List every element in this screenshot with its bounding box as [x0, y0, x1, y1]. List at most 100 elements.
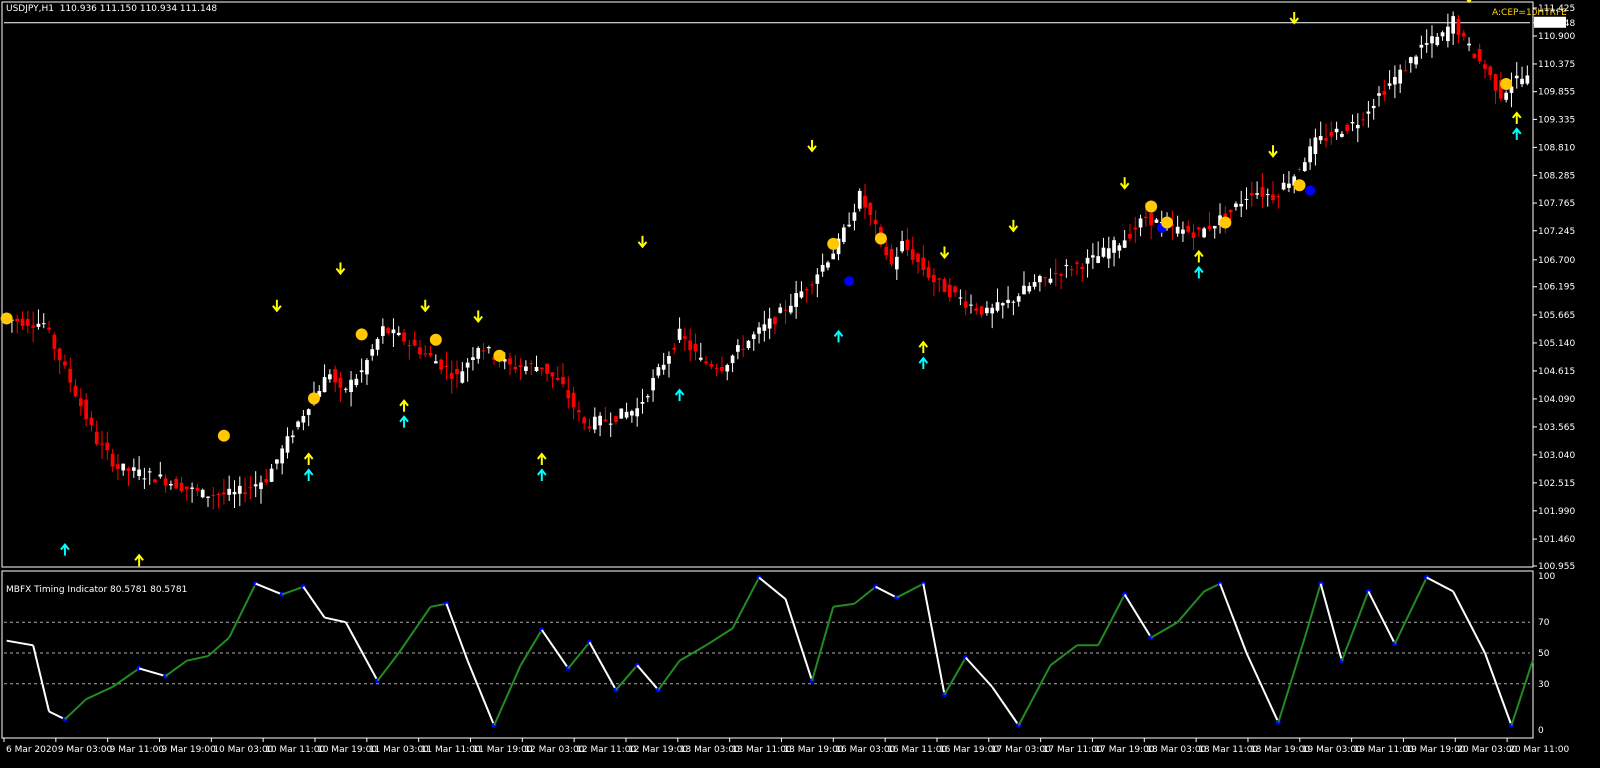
candle-body	[1419, 44, 1424, 48]
candle-body	[1016, 296, 1021, 302]
oscillator-segment	[811, 606, 835, 681]
time-tick-label: 9 Mar 03:00	[58, 745, 113, 755]
candle-body	[894, 256, 899, 270]
oscillator-segment	[186, 655, 209, 662]
candle-body	[1032, 281, 1037, 287]
candle-body	[1324, 138, 1328, 141]
candle-body	[1488, 66, 1493, 75]
price-tick-label: 101.460	[1538, 535, 1575, 545]
signal-dot-yellow	[1293, 179, 1306, 192]
candle-body	[926, 267, 931, 278]
candle-body	[582, 417, 587, 424]
candle-body	[783, 309, 788, 311]
candle-body	[84, 399, 88, 420]
buy-arrow-cyan-icon	[833, 329, 844, 343]
candle-body	[1514, 75, 1519, 79]
oscillator-segment	[138, 667, 166, 678]
candle-body	[1091, 255, 1095, 258]
candle-body	[1371, 105, 1376, 109]
price-tick-label: 105.665	[1538, 311, 1575, 321]
arrow-head	[1466, 0, 1472, 4]
buy-arrow-icon	[537, 452, 547, 466]
candle-body	[624, 411, 629, 418]
candle-body	[280, 448, 285, 464]
candle-body	[301, 415, 306, 423]
candle-body	[1138, 218, 1143, 228]
candle-body	[916, 253, 920, 263]
time-tick-label: 20 Mar 11:00	[1509, 745, 1569, 755]
candle-body	[873, 219, 878, 225]
time-tick-label: 9 Mar 11:00	[110, 745, 165, 755]
candle-body	[370, 349, 375, 356]
candle-body	[15, 318, 20, 322]
candle-body	[661, 364, 666, 370]
sell-arrow-icon	[1289, 11, 1299, 25]
candle-body	[1340, 133, 1344, 137]
candle-body	[1069, 269, 1074, 271]
price-tick-label: 104.090	[1538, 395, 1575, 405]
candle-body	[47, 327, 51, 330]
candle-body	[619, 408, 624, 419]
candle-body	[990, 307, 995, 314]
buy-arrow-cyan-icon	[537, 468, 547, 481]
candle-body	[688, 340, 693, 351]
buy-arrow-cyan-icon	[918, 356, 929, 370]
signal-dot-yellow	[1219, 216, 1232, 229]
time-axis: 6 Mar 2020 9 Mar 03:009 Mar 11:009 Mar 19…	[3, 738, 1569, 755]
candle-body	[1181, 229, 1185, 234]
oscillator-segment	[896, 582, 924, 599]
candle-body	[1038, 275, 1042, 283]
main-pane-border	[1, 1, 1534, 568]
candle-body	[290, 435, 295, 438]
candle-body	[418, 347, 422, 355]
candle-body	[868, 203, 873, 215]
candle-body	[116, 464, 120, 469]
chart-canvas[interactable]: 111.425 111.148 110.900 110.375 109.855 109.3…	[0, 0, 1600, 768]
candle-body	[486, 347, 491, 349]
buy-arrow-icon	[1194, 249, 1204, 263]
sell-arrow-icon	[473, 310, 484, 324]
candle-body	[1059, 273, 1063, 276]
buy-arrow-cyan-icon	[1511, 127, 1522, 140]
candle-body	[656, 367, 661, 376]
candle-body	[349, 379, 353, 393]
candle-body	[428, 352, 433, 356]
candle-body	[736, 345, 740, 352]
candle-body	[508, 358, 512, 365]
candle-body	[900, 241, 904, 252]
candle-body	[1191, 232, 1196, 239]
candle-body	[52, 334, 57, 349]
candle-body	[751, 334, 756, 340]
candle-body	[465, 362, 470, 368]
oscillator-segment	[943, 657, 967, 696]
oscillator-tick-label: 0	[1538, 726, 1544, 736]
candle-body	[1043, 277, 1048, 279]
candle-body	[1345, 124, 1350, 131]
oscillator-segment	[705, 627, 734, 647]
candle-body	[539, 367, 544, 369]
oscillator-segment	[1510, 660, 1534, 726]
candle-body	[1128, 233, 1132, 239]
candle-body	[396, 332, 401, 336]
candle-body	[206, 496, 210, 498]
candle-body	[471, 357, 475, 360]
oscillator-segment	[1176, 590, 1205, 623]
candle-body	[1377, 93, 1381, 96]
candle-body	[614, 416, 618, 422]
candle-body	[1520, 78, 1524, 85]
candle-body	[1446, 26, 1450, 42]
oscillator-segment	[1245, 652, 1280, 723]
price-tick-label: 108.285	[1538, 171, 1575, 181]
candle-body	[1408, 57, 1413, 64]
buy-arrow-icon	[134, 553, 144, 567]
oscillator-segment	[1123, 593, 1153, 639]
candle-body	[243, 492, 247, 494]
candle-body	[121, 463, 126, 471]
candle-body	[1101, 247, 1106, 257]
oscillator-segment	[493, 664, 522, 726]
candle-body	[804, 289, 809, 291]
candle-body	[1281, 182, 1286, 190]
candle-body	[269, 468, 274, 482]
candle-body	[402, 332, 406, 342]
signal-dot-yellow	[874, 232, 887, 245]
